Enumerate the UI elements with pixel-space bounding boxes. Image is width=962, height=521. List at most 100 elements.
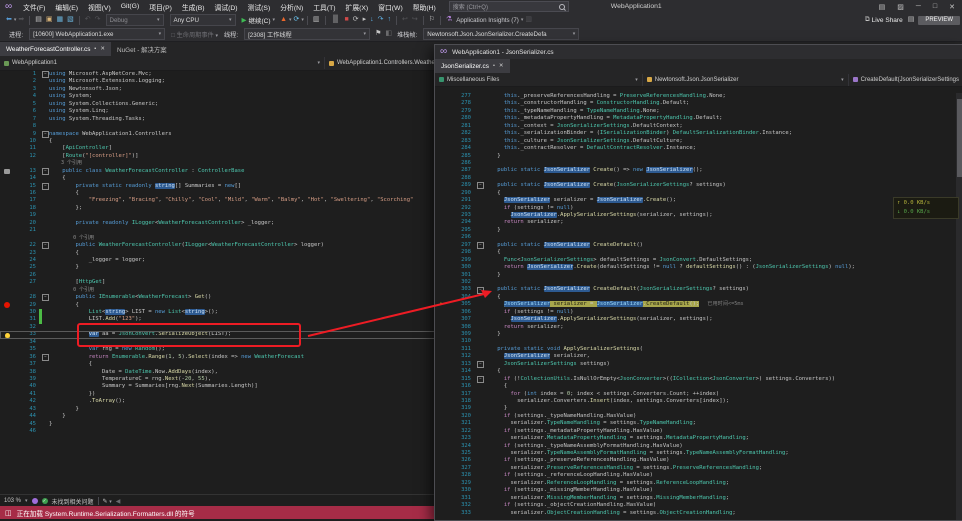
collapse-icon[interactable]: − xyxy=(477,361,484,368)
navigate-forward-icon[interactable]: ➡ xyxy=(18,14,24,26)
line-number[interactable]: 309 xyxy=(449,331,474,338)
line-number[interactable]: 283 xyxy=(449,138,474,145)
line-number[interactable]: 317 xyxy=(449,391,474,398)
breakpoint-margin[interactable] xyxy=(435,167,449,174)
line-number[interactable]: 308 xyxy=(449,324,474,331)
line-number[interactable]: 9 xyxy=(14,131,39,138)
line-number[interactable]: 1 xyxy=(14,71,39,78)
line-number[interactable]: 36 xyxy=(14,354,39,361)
codelens-references[interactable]: 3 个引用 xyxy=(49,160,82,167)
line-number[interactable]: 291 xyxy=(449,197,474,204)
session-status-icon[interactable] xyxy=(32,498,38,504)
break-all-icon[interactable]: ▐▌ xyxy=(331,14,341,26)
menu-item-N[interactable]: 分析(N) xyxy=(275,2,308,12)
lightbulb-icon[interactable] xyxy=(5,333,10,338)
breakpoint-margin[interactable] xyxy=(0,309,14,316)
breakpoint-margin[interactable] xyxy=(435,495,449,502)
line-number[interactable]: 10 xyxy=(14,138,39,145)
codelens-references[interactable]: 0 个引用 xyxy=(49,235,94,242)
save-all-icon[interactable]: ▧ xyxy=(67,14,74,26)
project-dropdown[interactable]: WebApplication1 ▾ xyxy=(0,57,325,69)
line-number[interactable]: 8 xyxy=(14,123,39,130)
breakpoint-margin[interactable] xyxy=(0,428,14,435)
breakpoint-margin[interactable] xyxy=(435,108,449,115)
menu-item-F[interactable]: 文件(F) xyxy=(18,2,50,12)
code-line[interactable]: 313− JsonSerializerSettings settings) xyxy=(435,361,962,368)
breakpoint-margin[interactable] xyxy=(435,487,449,494)
tab-jsonserializer[interactable]: JsonSerializer.cs • ✕ xyxy=(435,59,510,73)
line-number[interactable]: 42 xyxy=(14,398,39,405)
caret-down-icon[interactable]: ▾ xyxy=(289,17,292,23)
step-into-icon[interactable]: ↓ xyxy=(370,14,374,26)
line-number[interactable]: 318 xyxy=(449,398,474,405)
breakpoint-margin[interactable] xyxy=(0,302,14,309)
line-number[interactable]: 282 xyxy=(449,130,474,137)
nav-backward-icon[interactable]: ↩ xyxy=(402,14,408,26)
line-number[interactable]: 40 xyxy=(14,383,39,390)
line-number[interactable]: 326 xyxy=(449,457,474,464)
code-line[interactable]: 295 } xyxy=(435,227,962,234)
nav-forward2-icon[interactable]: ↪ xyxy=(412,14,418,26)
breakpoint-margin[interactable] xyxy=(435,346,449,353)
code-line[interactable]: 332 if (settings._objectCreationHandling… xyxy=(435,502,962,509)
line-number[interactable]: 325 xyxy=(449,450,474,457)
line-number[interactable]: 35 xyxy=(14,346,39,353)
fold-column[interactable]: − xyxy=(477,287,484,294)
code-line[interactable]: 306 if (settings != null) xyxy=(435,309,962,316)
line-number[interactable]: 44 xyxy=(14,413,39,420)
notifications-icon[interactable]: ▨ xyxy=(894,3,907,11)
line-number[interactable]: 26 xyxy=(14,272,39,279)
breakpoint-margin[interactable] xyxy=(0,272,14,279)
project-dropdown[interactable]: Miscellaneous Files ▾ xyxy=(435,74,643,86)
breakpoint-margin[interactable] xyxy=(0,242,14,249)
hscroll-left-arrow[interactable]: ◀ xyxy=(116,498,121,505)
code-line[interactable]: 284 this._contractResolver = DefaultCont… xyxy=(435,145,962,152)
line-number[interactable]: 29 xyxy=(14,302,39,309)
code-line[interactable]: 316 { xyxy=(435,383,962,390)
code-line[interactable]: 328 if (settings._referenceLoopHandling.… xyxy=(435,472,962,479)
line-number[interactable]: 303 xyxy=(449,286,474,293)
line-number[interactable]: 332 xyxy=(449,502,474,509)
line-number[interactable]: 16 xyxy=(14,190,39,197)
code-line[interactable]: 292 if (settings != null) xyxy=(435,205,962,212)
floating-window-titlebar[interactable]: ∞ WebApplication1 - JsonSerializer.cs xyxy=(435,45,962,59)
breakpoint-margin[interactable] xyxy=(0,168,14,175)
breakpoint-margin[interactable] xyxy=(435,510,449,517)
breakpoint-margin[interactable] xyxy=(435,420,449,427)
collapse-icon[interactable]: − xyxy=(42,168,49,175)
fold-column[interactable]: − xyxy=(42,131,49,138)
tab-weatherforecastcontroller[interactable]: WeatherForecastController.cs ▪ ✕ xyxy=(0,42,111,56)
menu-item-W[interactable]: 窗口(W) xyxy=(373,2,408,12)
line-number[interactable]: 14 xyxy=(14,175,39,182)
breakpoint-margin[interactable] xyxy=(435,324,449,331)
breakpoint-margin[interactable] xyxy=(0,108,14,115)
thread-combo[interactable]: [2308] 工作线程▾ xyxy=(244,28,370,40)
breakpoint-margin[interactable] xyxy=(435,160,449,167)
edit-mode-icon[interactable]: ✎ ▾ xyxy=(103,498,112,505)
collapse-icon[interactable]: − xyxy=(477,287,484,294)
menu-item-P[interactable]: 项目(P) xyxy=(144,2,177,12)
line-number[interactable]: 28 xyxy=(14,294,39,301)
line-number[interactable]: 279 xyxy=(449,108,474,115)
line-number[interactable]: 3 xyxy=(14,86,39,93)
caret-down-icon[interactable]: ▾ xyxy=(301,17,304,23)
continue-button[interactable]: ▶继续(C)▾ xyxy=(242,15,276,25)
codelens-references[interactable]: 0 个引用 xyxy=(49,287,94,294)
menu-item-X[interactable]: 扩展(X) xyxy=(341,2,374,12)
code-line[interactable]: 298 { xyxy=(435,249,962,256)
breakpoint-margin[interactable] xyxy=(435,316,449,323)
line-number[interactable]: 7 xyxy=(14,116,39,123)
line-number[interactable]: 295 xyxy=(449,227,474,234)
breakpoint-margin[interactable] xyxy=(0,131,14,138)
show-next-statement-icon[interactable]: ▸ xyxy=(363,14,367,26)
code-line[interactable]: 282 this._serializationBinder = (ISerial… xyxy=(435,130,962,137)
breakpoint-margin[interactable] xyxy=(435,272,449,279)
line-number[interactable]: 324 xyxy=(449,443,474,450)
code-line[interactable]: 331 serializer.MissingMemberHandling = s… xyxy=(435,495,962,502)
breakpoint-margin[interactable] xyxy=(435,227,449,234)
breakpoint-margin[interactable] xyxy=(435,368,449,375)
breakpoint-margin[interactable] xyxy=(0,354,14,361)
code-line[interactable]: 323 serializer.MetadataPropertyHandling … xyxy=(435,435,962,442)
breakpoint-margin[interactable] xyxy=(0,324,14,331)
breakpoint-margin[interactable] xyxy=(0,220,14,227)
